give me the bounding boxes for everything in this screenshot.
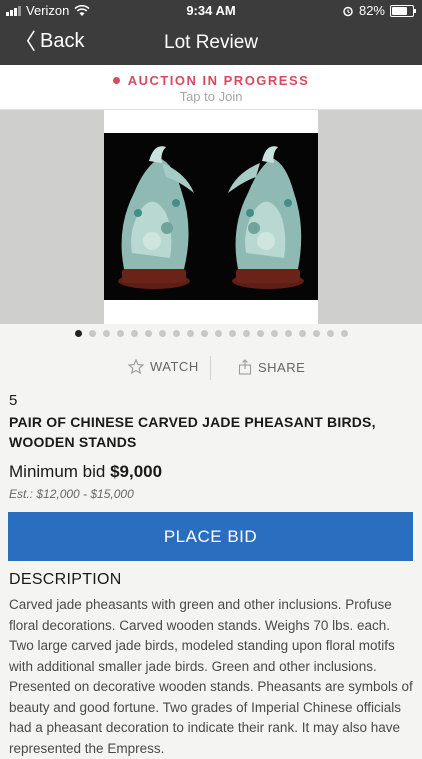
minimum-bid-label: Minimum bid: [9, 462, 106, 481]
image-gallery[interactable]: [0, 110, 422, 324]
pagination-dot[interactable]: [158, 330, 166, 337]
status-bar: Verizon 9:34 AM 82%: [0, 0, 422, 22]
pagination-dot[interactable]: [312, 330, 320, 337]
pagination-dot[interactable]: [242, 330, 250, 337]
auction-status-label: AUCTION IN PROGRESS: [127, 73, 310, 88]
pagination-dot[interactable]: [172, 330, 180, 337]
pagination-dot[interactable]: [200, 330, 208, 337]
lot-title: PAIR OF CHINESE CARVED JADE PHEASANT BIR…: [9, 414, 376, 450]
pagination-dot[interactable]: [256, 330, 264, 337]
pagination-dot[interactable]: [130, 330, 138, 337]
pagination-dot[interactable]: [144, 330, 152, 337]
minimum-bid: Minimum bid $9,000: [9, 462, 162, 482]
nav-bar: 〈 Back Lot Review: [0, 22, 422, 65]
pagination-dot[interactable]: [326, 330, 334, 337]
gallery-pagination[interactable]: [0, 330, 422, 340]
description-text: Carved jade pheasants with green and oth…: [9, 597, 413, 756]
share-button[interactable]: SHARE: [238, 359, 305, 375]
alarm-icon: [343, 6, 353, 16]
pagination-dot[interactable]: [340, 330, 348, 337]
pagination-dot[interactable]: [298, 330, 306, 337]
watch-label: WATCH: [150, 359, 199, 374]
pagination-dot[interactable]: [186, 330, 194, 337]
star-icon: [128, 359, 144, 374]
share-label: SHARE: [258, 359, 306, 375]
tap-to-join-link[interactable]: Tap to Join: [0, 89, 422, 104]
live-dot-icon: [112, 77, 120, 84]
lot-actions: WATCH SHARE: [0, 356, 422, 380]
estimate: Est.: $12,000 - $15,000: [9, 487, 134, 501]
page-title: Lot Review: [164, 32, 258, 53]
auction-banner[interactable]: AUCTION IN PROGRESS Tap to Join: [0, 65, 422, 110]
pagination-dot[interactable]: [270, 330, 278, 337]
battery-icon: [390, 4, 416, 17]
description-heading: DESCRIPTION: [9, 571, 122, 588]
status-right: 82%: [342, 3, 416, 18]
lot-number: 5: [9, 392, 18, 409]
auction-status: AUCTION IN PROGRESS: [0, 73, 422, 88]
pagination-dot[interactable]: [228, 330, 236, 337]
watch-button[interactable]: WATCH: [128, 359, 199, 374]
battery-percent: 82%: [358, 3, 385, 18]
place-bid-button[interactable]: PLACE BID: [8, 512, 413, 561]
pagination-dot[interactable]: [116, 330, 124, 337]
pagination-dot[interactable]: [284, 330, 292, 337]
pagination-dot[interactable]: [74, 330, 82, 337]
pagination-dot[interactable]: [102, 330, 110, 337]
photo-frame: [104, 133, 318, 300]
lot-photo[interactable]: [104, 110, 318, 324]
share-icon: [238, 359, 252, 375]
minimum-bid-value: $9,000: [110, 462, 163, 481]
action-divider: [210, 356, 211, 380]
jade-pheasants-image: [104, 133, 318, 300]
pagination-dot[interactable]: [214, 330, 222, 337]
pagination-dot[interactable]: [88, 330, 96, 337]
